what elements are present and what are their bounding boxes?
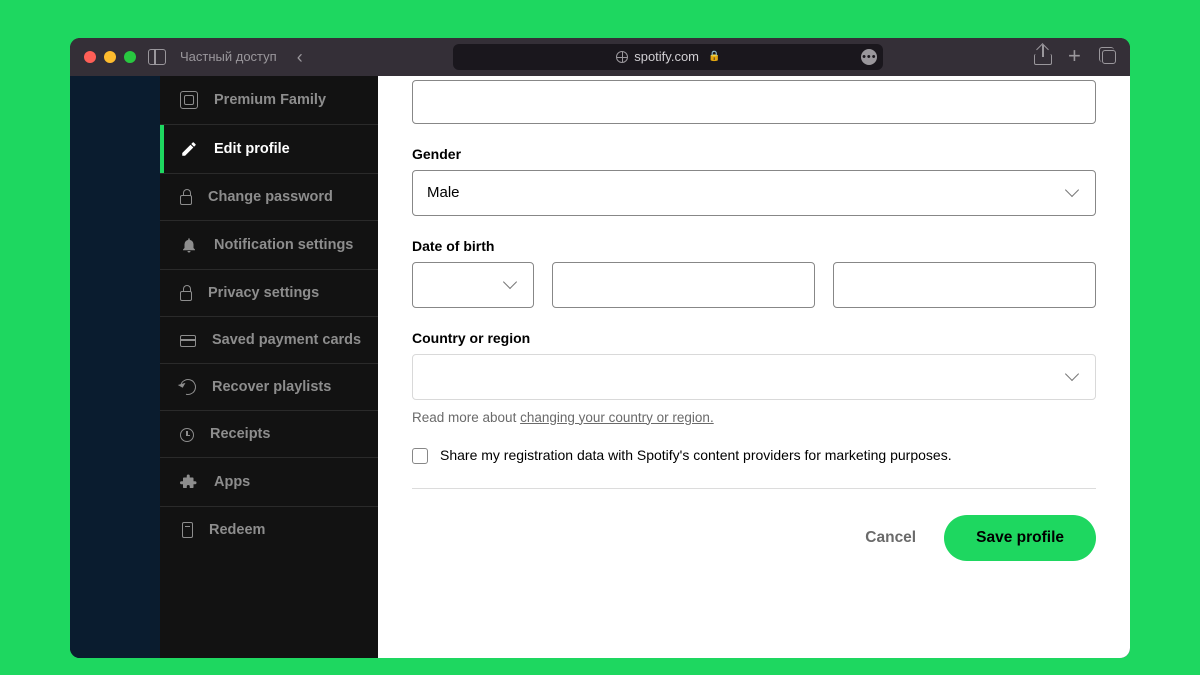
share-data-checkbox[interactable] (412, 448, 428, 464)
sidebar-item-change-password[interactable]: Change password (160, 174, 378, 221)
dob-label: Date of birth (412, 238, 1096, 254)
url-text: spotify.com (634, 49, 699, 64)
country-hint: Read more about changing your country or… (412, 410, 1096, 425)
tabs-overview-icon[interactable] (1102, 50, 1116, 64)
share-data-label: Share my registration data with Spotify'… (440, 447, 952, 463)
titlebar: Частный доступ ‹ spotify.com 🔒 ••• + (70, 38, 1130, 76)
clock-icon (180, 428, 194, 442)
globe-icon (616, 51, 628, 63)
country-label: Country or region (412, 330, 1096, 346)
recover-icon (177, 376, 199, 398)
country-hint-prefix: Read more about (412, 410, 520, 425)
separator (412, 488, 1096, 489)
gender-value: Male (427, 184, 460, 201)
bell-icon (180, 236, 198, 254)
sidebar-item-recover-playlists[interactable]: Recover playlists (160, 364, 378, 411)
page-gutter (70, 76, 160, 658)
save-profile-button[interactable]: Save profile (944, 515, 1096, 561)
sidebar-item-label: Saved payment cards (212, 332, 361, 348)
close-window-icon[interactable] (84, 51, 96, 63)
toolbar-actions: + (1034, 48, 1116, 66)
chevron-down-icon (1067, 189, 1081, 197)
pencil-icon (180, 140, 198, 158)
username-input[interactable] (412, 80, 1096, 124)
sidebar-item-premium-family[interactable]: Premium Family (160, 76, 378, 125)
chevron-down-icon (1067, 373, 1081, 381)
sidebar-item-edit-profile[interactable]: Edit profile (160, 125, 378, 174)
address-bar[interactable]: spotify.com 🔒 ••• (453, 44, 883, 70)
maximize-window-icon[interactable] (124, 51, 136, 63)
sidebar-item-apps[interactable]: Apps (160, 458, 378, 507)
new-tab-icon[interactable]: + (1068, 48, 1086, 66)
share-icon[interactable] (1034, 54, 1052, 65)
back-button[interactable]: ‹ (297, 48, 303, 66)
sidebar-item-receipts[interactable]: Receipts (160, 411, 378, 458)
lock-icon: 🔒 (708, 51, 720, 62)
puzzle-icon (180, 473, 198, 491)
sidebar-item-label: Apps (214, 474, 250, 490)
browser-window: Частный доступ ‹ spotify.com 🔒 ••• + Pre… (70, 38, 1130, 658)
cancel-button[interactable]: Cancel (865, 529, 916, 547)
sidebar-item-saved-payment-cards[interactable]: Saved payment cards (160, 317, 378, 364)
content-area: Premium Family Edit profile Change passw… (70, 76, 1130, 658)
sidebar-item-redeem[interactable]: Redeem (160, 507, 378, 553)
dob-row (412, 262, 1096, 308)
share-data-row: Share my registration data with Spotify'… (412, 447, 1096, 464)
lock-icon (180, 195, 192, 205)
sidebar-item-privacy-settings[interactable]: Privacy settings (160, 270, 378, 317)
page-menu-icon[interactable]: ••• (861, 49, 877, 65)
lock-icon (180, 291, 192, 301)
account-sidebar: Premium Family Edit profile Change passw… (160, 76, 378, 658)
profile-form: Gender Male Date of birth Country or reg… (378, 76, 1130, 658)
address-bar-wrap: spotify.com 🔒 ••• (315, 44, 1022, 70)
sidebar-item-notification-settings[interactable]: Notification settings (160, 221, 378, 270)
minimize-window-icon[interactable] (104, 51, 116, 63)
family-icon (180, 91, 198, 109)
sidebar-item-label: Premium Family (214, 92, 326, 108)
card-icon (180, 335, 196, 347)
sidebar-item-label: Receipts (210, 426, 270, 442)
chevron-down-icon (505, 281, 519, 289)
sidebar-item-label: Notification settings (214, 237, 353, 253)
redeem-icon (182, 522, 193, 538)
sidebar-item-label: Recover playlists (212, 379, 331, 395)
country-select[interactable] (412, 354, 1096, 400)
window-controls (84, 51, 136, 63)
sidebar-item-label: Privacy settings (208, 285, 319, 301)
dob-year-input[interactable] (833, 262, 1096, 308)
sidebar-item-label: Change password (208, 189, 333, 205)
sidebar-item-label: Edit profile (214, 141, 290, 157)
gender-label: Gender (412, 146, 1096, 162)
form-actions: Cancel Save profile (412, 515, 1096, 561)
dob-day-select[interactable] (412, 262, 534, 308)
sidebar-toggle-icon[interactable] (148, 49, 166, 65)
gender-select[interactable]: Male (412, 170, 1096, 216)
country-hint-link[interactable]: changing your country or region. (520, 410, 714, 425)
dob-month-input[interactable] (552, 262, 815, 308)
private-mode-label: Частный доступ (180, 49, 277, 64)
sidebar-item-label: Redeem (209, 522, 265, 538)
